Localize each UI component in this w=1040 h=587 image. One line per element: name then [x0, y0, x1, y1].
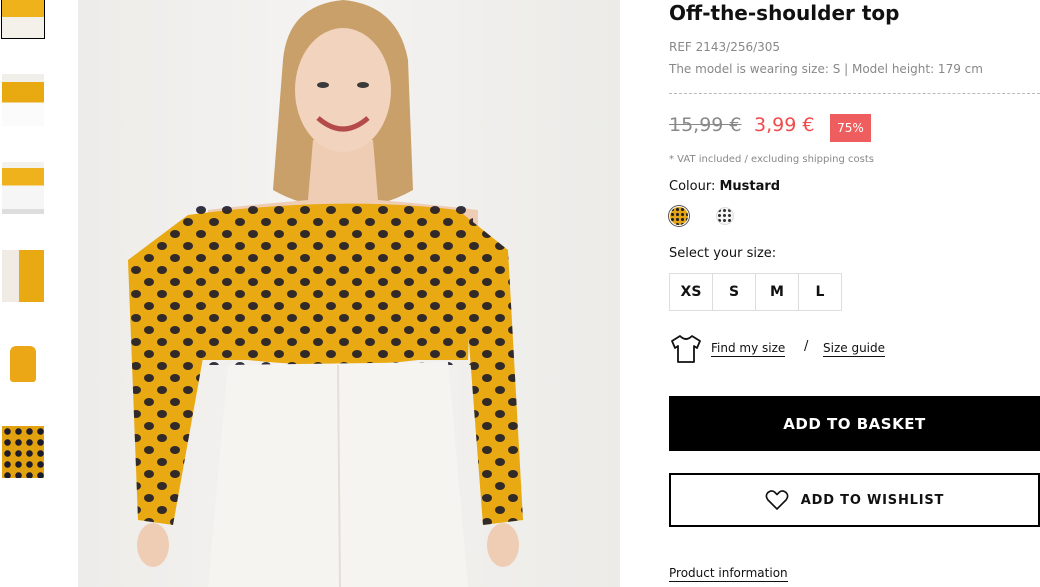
size-selector: XS S M L: [669, 273, 842, 311]
size-label: Select your size:: [669, 246, 777, 261]
size-help-row: Find my size / Size guide: [669, 334, 969, 364]
find-my-size-link[interactable]: Find my size: [711, 341, 786, 357]
thumbnail-5[interactable]: [2, 338, 44, 390]
thumbnail-3[interactable]: [2, 162, 44, 214]
add-to-basket-button[interactable]: ADD TO BASKET: [669, 396, 1040, 451]
swatch-white[interactable]: [716, 207, 734, 225]
vat-note: * VAT included / excluding shipping cost…: [669, 154, 874, 165]
colour-row: Colour: Mustard: [669, 179, 780, 194]
size-s-button[interactable]: S: [712, 273, 756, 311]
size-m-button[interactable]: M: [755, 273, 799, 311]
original-price: 15,99 €: [669, 114, 742, 136]
thumbnail-4[interactable]: [2, 250, 44, 302]
discount-badge: 75%: [830, 114, 871, 142]
main-product-image[interactable]: [78, 0, 620, 587]
divider: [669, 93, 1040, 94]
size-l-button[interactable]: L: [798, 273, 842, 311]
product-title: Off-the-shoulder top: [669, 1, 900, 25]
thumbnail-6[interactable]: [2, 426, 44, 478]
product-information-link[interactable]: Product information: [669, 566, 788, 582]
add-to-wishlist-button[interactable]: ADD TO WISHLIST: [669, 473, 1040, 527]
size-guide-link[interactable]: Size guide: [823, 341, 886, 357]
colour-value: Mustard: [719, 179, 781, 194]
sale-price: 3,99 €: [754, 114, 815, 136]
t-shirt-icon: [671, 335, 701, 363]
colour-label: Colour:: [669, 179, 716, 194]
heart-icon: [765, 489, 789, 511]
wishlist-label: ADD TO WISHLIST: [800, 492, 945, 508]
thumbnail-2[interactable]: [2, 74, 44, 126]
product-reference: REF 2143/256/305: [669, 40, 781, 54]
model-size-info: The model is wearing size: S | Model hei…: [669, 62, 983, 76]
model-photo-illustration: [128, 0, 523, 587]
thumbnail-1[interactable]: [1, 0, 45, 39]
link-separator: /: [804, 339, 809, 354]
swatch-mustard[interactable]: [670, 207, 688, 225]
size-xs-button[interactable]: XS: [669, 273, 713, 311]
